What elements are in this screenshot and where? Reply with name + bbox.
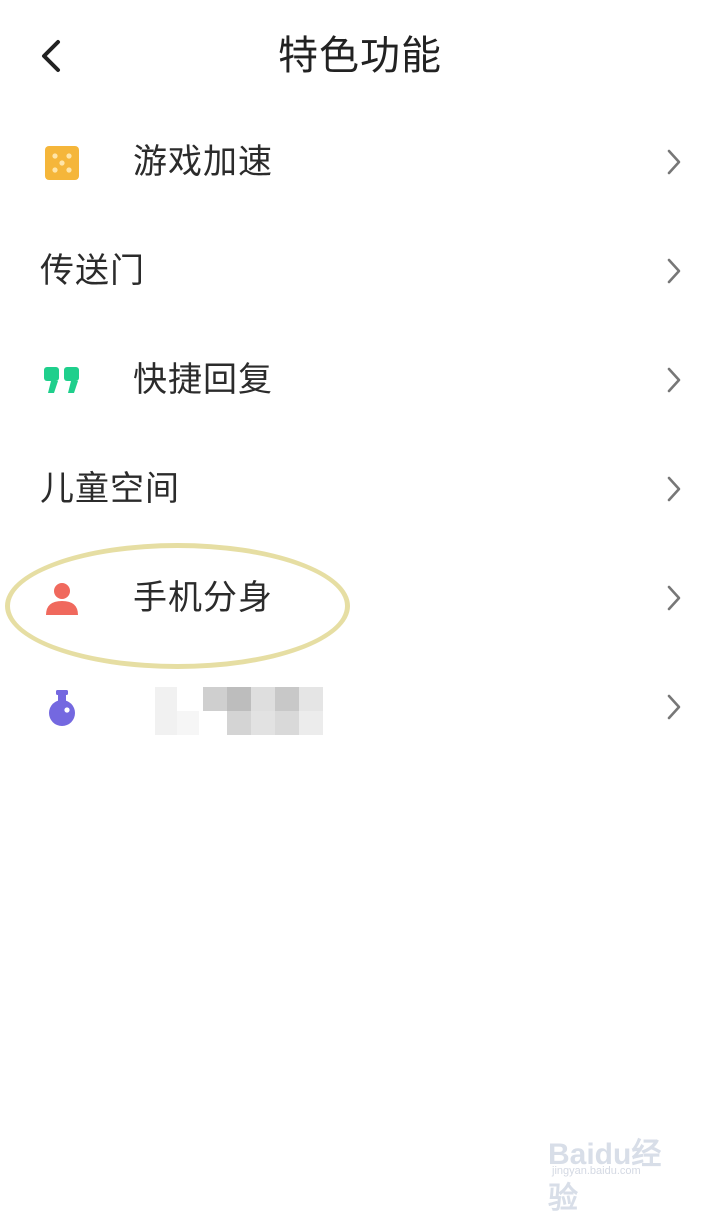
chevron-right-icon <box>667 476 681 502</box>
chevron-right-icon <box>667 694 681 720</box>
list-item-phone-clone[interactable]: 手机分身 <box>0 544 720 653</box>
obscured-label-mosaic <box>155 687 323 735</box>
top-bar: 特色功能 <box>0 0 720 110</box>
chevron-right-icon <box>667 258 681 284</box>
list-item-label: 传送门 <box>40 251 145 291</box>
list-item-quick-reply[interactable]: 快捷回复 <box>0 326 720 435</box>
list-item-label: 手机分身 <box>133 578 273 618</box>
list-item-label: 儿童空间 <box>40 469 180 509</box>
list-item-lab[interactable] <box>0 653 720 762</box>
chevron-right-icon <box>667 149 681 175</box>
chevron-right-icon <box>667 367 681 393</box>
list-item-kids-space[interactable]: 儿童空间 <box>0 435 720 544</box>
list-item-game-accelerate[interactable]: 游戏加速 <box>0 108 720 217</box>
feature-list: 游戏加速 传送门 快捷回复 儿童空间 手机分身 <box>0 108 720 762</box>
quote-icon <box>44 367 79 393</box>
baidu-watermark: Baidu经验 jingyan.baidu.com <box>548 1115 688 1215</box>
person-icon <box>46 583 78 615</box>
watermark-url: jingyan.baidu.com <box>552 1165 641 1177</box>
list-item-label: 快捷回复 <box>133 360 273 400</box>
list-item-portal[interactable]: 传送门 <box>0 217 720 326</box>
game-accelerate-icon <box>45 146 79 180</box>
page-title: 特色功能 <box>278 33 442 79</box>
chevron-right-icon <box>667 585 681 611</box>
lab-flask-icon <box>49 690 75 726</box>
list-item-label: 游戏加速 <box>133 142 273 182</box>
